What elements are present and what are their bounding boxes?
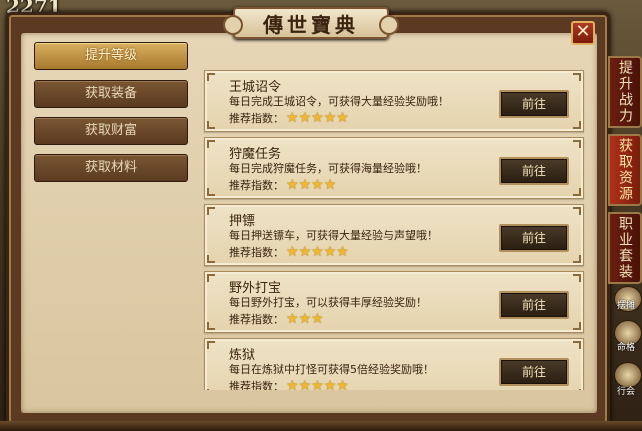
star-icon: ★	[311, 244, 324, 260]
task-description: 每日在炼狱中打怪可获得5倍经验奖励哦！	[229, 363, 434, 376]
tab-boost-power[interactable]: 提升战力	[608, 56, 642, 128]
star-icon: ★	[298, 110, 312, 126]
menu-item-level-up[interactable]: 提升等级	[34, 42, 188, 70]
star-icon: ★	[286, 311, 299, 327]
star-icon: ★	[336, 244, 349, 260]
task-description: 每日押送镖车，可获得大量经验与声望哦！	[229, 229, 438, 242]
star-rating: ★ ★ ★ ★ ★	[286, 111, 349, 125]
star-icon: ★	[323, 378, 337, 390]
menu-item-get-materials[interactable]: 获取材料	[34, 154, 188, 182]
star-icon: ★	[323, 244, 337, 260]
star-icon: ★	[311, 177, 324, 193]
task-description: 每日完成王城诏令，可获得大量经验奖励哦！	[229, 95, 449, 108]
task-card: 野外打宝 每日野外打宝，可以获得丰厚经验奖励！ 推荐指数： ★ ★ ★ 前往	[204, 271, 584, 333]
task-description: 每日完成狩魔任务，可获得海量经验哦！	[229, 162, 427, 175]
tab-get-resources[interactable]: 获取资源	[608, 134, 642, 206]
star-rating: ★ ★ ★ ★ ★	[286, 245, 349, 259]
task-list[interactable]: 王城诏令 每日完成王城诏令，可获得大量经验奖励哦！ 推荐指数： ★ ★ ★ ★ ★ 前往 …	[198, 52, 590, 390]
star-icon: ★	[298, 177, 312, 193]
star-icon: ★	[286, 244, 299, 260]
recommend-label: 推荐指数：	[229, 179, 284, 192]
star-rating: ★ ★ ★	[286, 312, 324, 326]
window-title: 傳世寶典	[263, 12, 359, 37]
go-button[interactable]: 前往	[499, 224, 569, 252]
star-icon: ★	[286, 378, 299, 390]
star-icon: ★	[311, 311, 324, 327]
go-button[interactable]: 前往	[499, 90, 569, 118]
star-rating: ★ ★ ★ ★ ★	[286, 379, 349, 390]
recommend-label: 推荐指数：	[229, 246, 284, 259]
recommend-label: 推荐指数：	[229, 313, 284, 326]
task-recommendation: 推荐指数： ★ ★ ★	[229, 311, 324, 327]
star-icon: ★	[323, 177, 337, 193]
star-icon: ★	[311, 110, 324, 126]
go-button[interactable]: 前往	[499, 157, 569, 185]
go-button[interactable]: 前往	[499, 358, 569, 386]
task-recommendation: 推荐指数： ★ ★ ★ ★ ★	[229, 378, 349, 390]
star-icon: ★	[336, 110, 349, 126]
close-button[interactable]: ✕	[571, 21, 595, 45]
task-card: 押镖 每日押送镖车，可获得大量经验与声望哦！ 推荐指数： ★ ★ ★ ★ ★ 前往	[204, 204, 584, 266]
guild-label: 行会	[616, 387, 635, 397]
menu-item-get-equipment[interactable]: 获取装备	[34, 80, 188, 108]
task-card: 炼狱 每日在炼狱中打怪可获得5倍经验奖励哦！ 推荐指数： ★ ★ ★ ★ ★ 前往	[204, 338, 584, 390]
fate-label: 命格	[616, 343, 635, 353]
star-icon: ★	[298, 378, 312, 390]
stall-label: 摆摊	[616, 301, 635, 311]
task-card: 狩魔任务 每日完成狩魔任务，可获得海量经验哦！ 推荐指数： ★ ★ ★ ★ 前往	[204, 137, 584, 199]
go-button[interactable]: 前往	[499, 291, 569, 319]
menu-item-get-wealth[interactable]: 获取财富	[34, 117, 188, 145]
star-icon: ★	[311, 378, 324, 390]
task-card: 王城诏令 每日完成王城诏令，可获得大量经验奖励哦！ 推荐指数： ★ ★ ★ ★ ★ 前往	[204, 70, 584, 132]
title-plaque: 傳世寶典	[223, 7, 399, 39]
star-icon: ★	[298, 311, 312, 327]
task-description: 每日野外打宝，可以获得丰厚经验奖励！	[229, 296, 427, 309]
task-recommendation: 推荐指数： ★ ★ ★ ★ ★	[229, 244, 349, 260]
star-icon: ★	[336, 378, 349, 390]
task-recommendation: 推荐指数： ★ ★ ★ ★ ★	[229, 110, 349, 126]
star-icon: ★	[298, 244, 312, 260]
star-icon: ★	[323, 110, 337, 126]
star-icon: ★	[286, 110, 299, 126]
recommend-label: 推荐指数：	[229, 112, 284, 125]
star-rating: ★ ★ ★ ★	[286, 178, 336, 192]
recommend-label: 推荐指数：	[229, 380, 284, 390]
star-icon: ★	[286, 177, 299, 193]
bottom-rail	[0, 421, 642, 431]
task-recommendation: 推荐指数： ★ ★ ★ ★	[229, 177, 336, 193]
tab-class-set[interactable]: 职业套装	[608, 212, 642, 284]
